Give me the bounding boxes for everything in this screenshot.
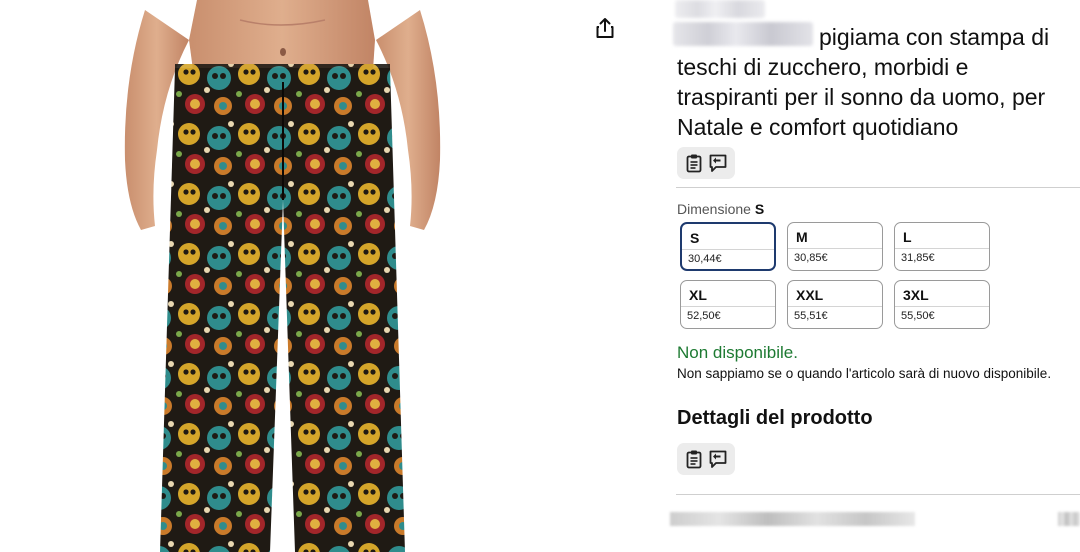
size-label: XXL [796,287,824,303]
feedback-icon [709,154,727,172]
product-image[interactable] [115,0,450,552]
title-actions[interactable] [677,147,735,179]
size-label: L [903,229,912,245]
details-actions[interactable] [677,443,735,475]
clipboard-icon [686,154,702,173]
availability-note: Non sappiamo se o quando l'articolo sarà… [677,366,1052,381]
size-option-s[interactable]: S 30,44€ [680,222,776,271]
size-option-l[interactable]: L 31,85€ [894,222,990,271]
availability-status: Non disponibile. [677,343,798,362]
size-price: 55,50€ [901,310,935,322]
product-image-pane [0,0,640,552]
divider [676,494,1080,495]
size-price: 30,44€ [688,253,722,265]
size-label: 3XL [903,287,929,303]
size-option-xl[interactable]: XL 52,50€ [680,280,776,329]
feedback-icon [709,450,727,468]
product-details: pigiama con stampa di teschi di zucchero… [670,0,1080,552]
clipboard-icon [686,450,702,469]
size-label: M [796,229,808,245]
divider [676,187,1080,188]
size-selector: S 30,44€ M 30,85€ L 31,85€ XL 52,50€ XXL… [680,222,1000,332]
size-option-3xl[interactable]: 3XL 55,50€ [894,280,990,329]
dimension-selected-value: S [754,201,765,217]
size-label: S [690,230,700,246]
dimension-label: Dimensione S [677,201,764,217]
size-price: 52,50€ [687,310,721,322]
redacted-text [1058,512,1080,526]
size-option-xxl[interactable]: XXL 55,51€ [787,280,883,329]
redacted-text [675,0,765,18]
size-price: 31,85€ [901,252,935,264]
dimension-label-text: Dimensione [677,201,751,217]
share-button[interactable] [592,14,618,42]
share-icon [596,18,614,38]
size-price: 30,85€ [794,252,828,264]
size-price: 55,51€ [794,310,828,322]
size-option-m[interactable]: M 30,85€ [787,222,883,271]
product-details-heading: Dettagli del prodotto [677,407,873,429]
product-title: pigiama con stampa di teschi di zucchero… [677,24,1050,140]
size-label: XL [689,287,707,303]
redacted-text [670,512,915,526]
